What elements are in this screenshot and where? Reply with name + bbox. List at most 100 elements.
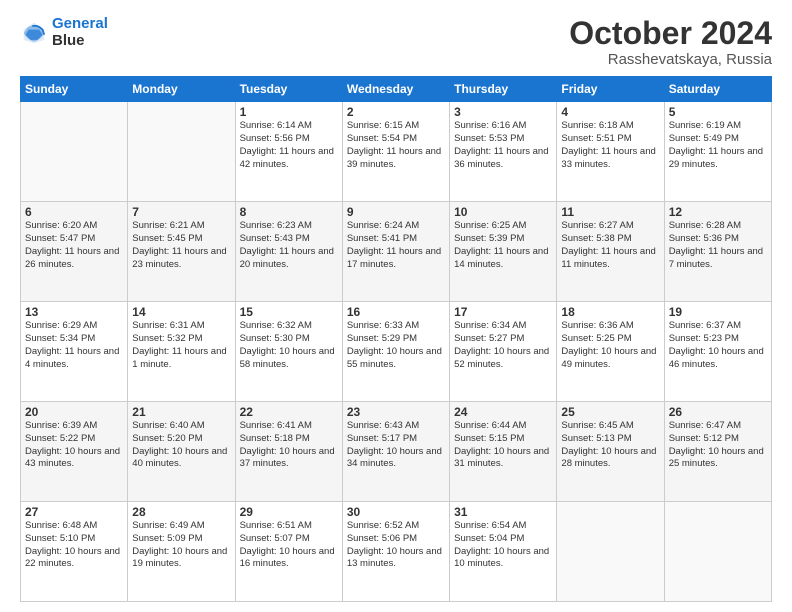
calendar-week-row: 27Sunrise: 6:48 AM Sunset: 5:10 PM Dayli… <box>21 502 772 602</box>
header: General Blue October 2024 Rasshevatskaya… <box>20 16 772 68</box>
day-info: Sunrise: 6:20 AM Sunset: 5:47 PM Dayligh… <box>25 220 123 271</box>
day-info: Sunrise: 6:29 AM Sunset: 5:34 PM Dayligh… <box>25 320 123 371</box>
logo-text: General Blue <box>52 16 108 49</box>
day-number: 4 <box>561 105 659 119</box>
day-number: 19 <box>669 305 767 319</box>
day-info: Sunrise: 6:41 AM Sunset: 5:18 PM Dayligh… <box>240 420 338 471</box>
day-header: Sunday <box>21 77 128 102</box>
calendar-day-cell: 6Sunrise: 6:20 AM Sunset: 5:47 PM Daylig… <box>21 202 128 302</box>
day-number: 7 <box>132 205 230 219</box>
day-info: Sunrise: 6:32 AM Sunset: 5:30 PM Dayligh… <box>240 320 338 371</box>
day-number: 6 <box>25 205 123 219</box>
day-info: Sunrise: 6:37 AM Sunset: 5:23 PM Dayligh… <box>669 320 767 371</box>
day-info: Sunrise: 6:43 AM Sunset: 5:17 PM Dayligh… <box>347 420 445 471</box>
day-info: Sunrise: 6:31 AM Sunset: 5:32 PM Dayligh… <box>132 320 230 371</box>
day-info: Sunrise: 6:15 AM Sunset: 5:54 PM Dayligh… <box>347 120 445 171</box>
day-info: Sunrise: 6:28 AM Sunset: 5:36 PM Dayligh… <box>669 220 767 271</box>
day-number: 10 <box>454 205 552 219</box>
day-info: Sunrise: 6:44 AM Sunset: 5:15 PM Dayligh… <box>454 420 552 471</box>
calendar-day-cell: 24Sunrise: 6:44 AM Sunset: 5:15 PM Dayli… <box>450 402 557 502</box>
day-info: Sunrise: 6:34 AM Sunset: 5:27 PM Dayligh… <box>454 320 552 371</box>
day-number: 23 <box>347 405 445 419</box>
day-number: 14 <box>132 305 230 319</box>
calendar-day-cell: 9Sunrise: 6:24 AM Sunset: 5:41 PM Daylig… <box>342 202 449 302</box>
day-number: 15 <box>240 305 338 319</box>
day-number: 1 <box>240 105 338 119</box>
calendar-day-cell: 15Sunrise: 6:32 AM Sunset: 5:30 PM Dayli… <box>235 302 342 402</box>
day-info: Sunrise: 6:39 AM Sunset: 5:22 PM Dayligh… <box>25 420 123 471</box>
calendar-header-row: SundayMondayTuesdayWednesdayThursdayFrid… <box>21 77 772 102</box>
day-number: 31 <box>454 505 552 519</box>
calendar-day-cell: 20Sunrise: 6:39 AM Sunset: 5:22 PM Dayli… <box>21 402 128 502</box>
day-number: 30 <box>347 505 445 519</box>
calendar-day-cell <box>21 102 128 202</box>
calendar-table: SundayMondayTuesdayWednesdayThursdayFrid… <box>20 76 772 602</box>
day-number: 26 <box>669 405 767 419</box>
calendar-week-row: 6Sunrise: 6:20 AM Sunset: 5:47 PM Daylig… <box>21 202 772 302</box>
location: Rasshevatskaya, Russia <box>569 51 772 68</box>
calendar-day-cell: 11Sunrise: 6:27 AM Sunset: 5:38 PM Dayli… <box>557 202 664 302</box>
calendar-day-cell: 23Sunrise: 6:43 AM Sunset: 5:17 PM Dayli… <box>342 402 449 502</box>
calendar-week-row: 1Sunrise: 6:14 AM Sunset: 5:56 PM Daylig… <box>21 102 772 202</box>
day-info: Sunrise: 6:45 AM Sunset: 5:13 PM Dayligh… <box>561 420 659 471</box>
logo: General Blue <box>20 16 108 49</box>
day-number: 27 <box>25 505 123 519</box>
calendar-day-cell: 5Sunrise: 6:19 AM Sunset: 5:49 PM Daylig… <box>664 102 771 202</box>
day-header: Saturday <box>664 77 771 102</box>
day-number: 3 <box>454 105 552 119</box>
day-header: Wednesday <box>342 77 449 102</box>
day-header: Monday <box>128 77 235 102</box>
day-number: 12 <box>669 205 767 219</box>
day-number: 28 <box>132 505 230 519</box>
day-info: Sunrise: 6:40 AM Sunset: 5:20 PM Dayligh… <box>132 420 230 471</box>
calendar-day-cell: 21Sunrise: 6:40 AM Sunset: 5:20 PM Dayli… <box>128 402 235 502</box>
day-number: 13 <box>25 305 123 319</box>
calendar-day-cell: 17Sunrise: 6:34 AM Sunset: 5:27 PM Dayli… <box>450 302 557 402</box>
logo-line1: General <box>52 15 108 32</box>
calendar-day-cell: 29Sunrise: 6:51 AM Sunset: 5:07 PM Dayli… <box>235 502 342 602</box>
day-number: 25 <box>561 405 659 419</box>
day-info: Sunrise: 6:36 AM Sunset: 5:25 PM Dayligh… <box>561 320 659 371</box>
day-number: 5 <box>669 105 767 119</box>
calendar-day-cell: 4Sunrise: 6:18 AM Sunset: 5:51 PM Daylig… <box>557 102 664 202</box>
day-info: Sunrise: 6:51 AM Sunset: 5:07 PM Dayligh… <box>240 520 338 571</box>
day-info: Sunrise: 6:52 AM Sunset: 5:06 PM Dayligh… <box>347 520 445 571</box>
logo-line2: Blue <box>52 33 108 50</box>
day-number: 29 <box>240 505 338 519</box>
calendar-day-cell: 10Sunrise: 6:25 AM Sunset: 5:39 PM Dayli… <box>450 202 557 302</box>
day-info: Sunrise: 6:25 AM Sunset: 5:39 PM Dayligh… <box>454 220 552 271</box>
day-number: 16 <box>347 305 445 319</box>
calendar-day-cell: 27Sunrise: 6:48 AM Sunset: 5:10 PM Dayli… <box>21 502 128 602</box>
day-info: Sunrise: 6:49 AM Sunset: 5:09 PM Dayligh… <box>132 520 230 571</box>
day-header: Thursday <box>450 77 557 102</box>
calendar-day-cell: 14Sunrise: 6:31 AM Sunset: 5:32 PM Dayli… <box>128 302 235 402</box>
day-info: Sunrise: 6:54 AM Sunset: 5:04 PM Dayligh… <box>454 520 552 571</box>
day-info: Sunrise: 6:48 AM Sunset: 5:10 PM Dayligh… <box>25 520 123 571</box>
calendar-day-cell: 18Sunrise: 6:36 AM Sunset: 5:25 PM Dayli… <box>557 302 664 402</box>
day-number: 21 <box>132 405 230 419</box>
day-number: 11 <box>561 205 659 219</box>
day-number: 18 <box>561 305 659 319</box>
day-header: Friday <box>557 77 664 102</box>
day-info: Sunrise: 6:23 AM Sunset: 5:43 PM Dayligh… <box>240 220 338 271</box>
day-info: Sunrise: 6:14 AM Sunset: 5:56 PM Dayligh… <box>240 120 338 171</box>
day-info: Sunrise: 6:21 AM Sunset: 5:45 PM Dayligh… <box>132 220 230 271</box>
calendar-day-cell: 12Sunrise: 6:28 AM Sunset: 5:36 PM Dayli… <box>664 202 771 302</box>
calendar-day-cell: 1Sunrise: 6:14 AM Sunset: 5:56 PM Daylig… <box>235 102 342 202</box>
day-info: Sunrise: 6:33 AM Sunset: 5:29 PM Dayligh… <box>347 320 445 371</box>
day-number: 9 <box>347 205 445 219</box>
day-number: 2 <box>347 105 445 119</box>
calendar-day-cell: 28Sunrise: 6:49 AM Sunset: 5:09 PM Dayli… <box>128 502 235 602</box>
calendar-day-cell: 26Sunrise: 6:47 AM Sunset: 5:12 PM Dayli… <box>664 402 771 502</box>
title-block: October 2024 Rasshevatskaya, Russia <box>569 16 772 68</box>
calendar-day-cell: 19Sunrise: 6:37 AM Sunset: 5:23 PM Dayli… <box>664 302 771 402</box>
calendar-week-row: 20Sunrise: 6:39 AM Sunset: 5:22 PM Dayli… <box>21 402 772 502</box>
calendar-day-cell <box>664 502 771 602</box>
day-info: Sunrise: 6:27 AM Sunset: 5:38 PM Dayligh… <box>561 220 659 271</box>
day-info: Sunrise: 6:18 AM Sunset: 5:51 PM Dayligh… <box>561 120 659 171</box>
day-number: 17 <box>454 305 552 319</box>
calendar-day-cell: 3Sunrise: 6:16 AM Sunset: 5:53 PM Daylig… <box>450 102 557 202</box>
month-title: October 2024 <box>569 16 772 51</box>
calendar-day-cell <box>128 102 235 202</box>
day-info: Sunrise: 6:19 AM Sunset: 5:49 PM Dayligh… <box>669 120 767 171</box>
